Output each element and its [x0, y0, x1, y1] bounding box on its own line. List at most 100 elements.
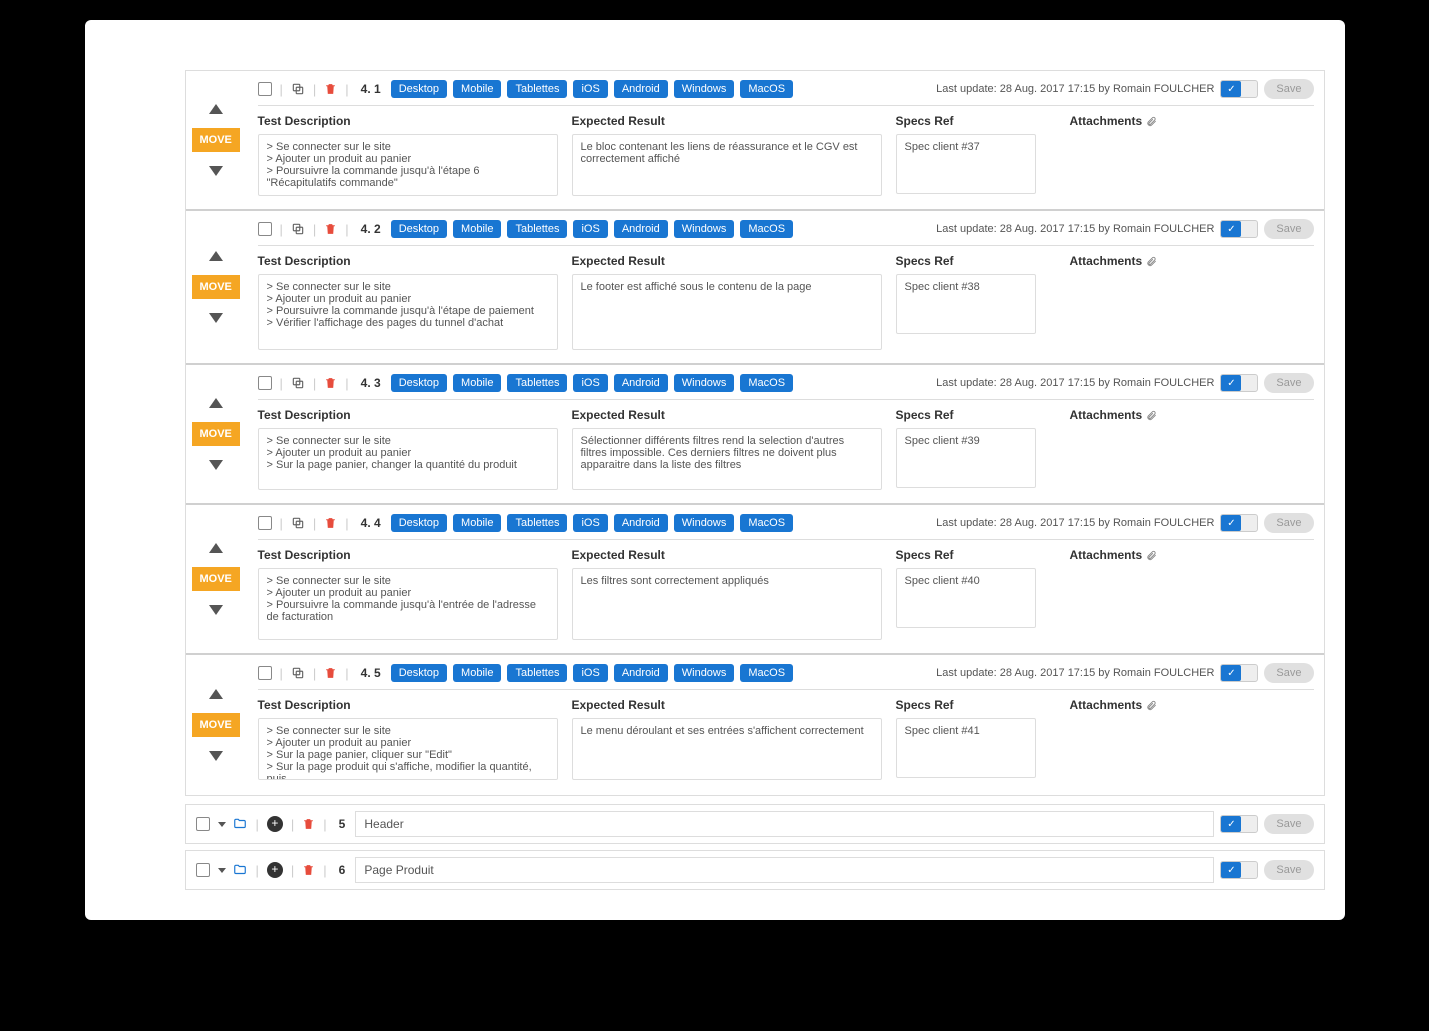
- copy-icon[interactable]: [291, 516, 305, 530]
- specs-ref-input[interactable]: [896, 428, 1036, 488]
- move-up-button[interactable]: [209, 104, 223, 114]
- paperclip-icon[interactable]: [1146, 115, 1157, 128]
- active-toggle[interactable]: [1220, 514, 1258, 532]
- tag-desktop[interactable]: Desktop: [391, 514, 447, 532]
- tag-desktop[interactable]: Desktop: [391, 664, 447, 682]
- tag-tablettes[interactable]: Tablettes: [507, 664, 567, 682]
- tag-desktop[interactable]: Desktop: [391, 374, 447, 392]
- trash-icon[interactable]: [324, 222, 337, 236]
- tag-mobile[interactable]: Mobile: [453, 80, 501, 98]
- select-checkbox[interactable]: [196, 817, 210, 831]
- expected-result-input[interactable]: [572, 428, 882, 490]
- copy-icon[interactable]: [291, 82, 305, 96]
- active-toggle[interactable]: [1220, 220, 1258, 238]
- tag-tablettes[interactable]: Tablettes: [507, 80, 567, 98]
- tag-mobile[interactable]: Mobile: [453, 374, 501, 392]
- save-button[interactable]: Save: [1264, 663, 1313, 683]
- tag-ios[interactable]: iOS: [573, 220, 607, 238]
- folder-icon[interactable]: [232, 817, 248, 831]
- specs-ref-input[interactable]: [896, 274, 1036, 334]
- paperclip-icon[interactable]: [1146, 255, 1157, 268]
- move-button[interactable]: MOVE: [192, 713, 240, 737]
- select-checkbox[interactable]: [258, 516, 272, 530]
- tag-ios[interactable]: iOS: [573, 664, 607, 682]
- section-title-input[interactable]: [355, 811, 1214, 837]
- tag-ios[interactable]: iOS: [573, 80, 607, 98]
- expected-result-input[interactable]: [572, 134, 882, 196]
- tag-desktop[interactable]: Desktop: [391, 80, 447, 98]
- active-toggle[interactable]: [1220, 374, 1258, 392]
- chevron-down-icon[interactable]: [218, 868, 226, 873]
- expected-result-input[interactable]: [572, 568, 882, 640]
- test-description-input[interactable]: [258, 718, 558, 780]
- active-toggle[interactable]: [1220, 80, 1258, 98]
- save-button[interactable]: Save: [1264, 860, 1313, 880]
- trash-icon[interactable]: [324, 376, 337, 390]
- copy-icon[interactable]: [291, 376, 305, 390]
- select-checkbox[interactable]: [258, 376, 272, 390]
- tag-macos[interactable]: MacOS: [740, 80, 793, 98]
- active-toggle[interactable]: [1220, 861, 1258, 879]
- expected-result-input[interactable]: [572, 718, 882, 780]
- save-button[interactable]: Save: [1264, 373, 1313, 393]
- save-button[interactable]: Save: [1264, 814, 1313, 834]
- tag-android[interactable]: Android: [614, 80, 668, 98]
- tag-mobile[interactable]: Mobile: [453, 514, 501, 532]
- save-button[interactable]: Save: [1264, 79, 1313, 99]
- trash-icon[interactable]: [324, 666, 337, 680]
- tag-macos[interactable]: MacOS: [740, 664, 793, 682]
- select-checkbox[interactable]: [258, 222, 272, 236]
- paperclip-icon[interactable]: [1146, 699, 1157, 712]
- move-button[interactable]: MOVE: [192, 275, 240, 299]
- specs-ref-input[interactable]: [896, 134, 1036, 194]
- specs-ref-input[interactable]: [896, 718, 1036, 778]
- add-icon[interactable]: [267, 862, 283, 878]
- select-checkbox[interactable]: [258, 82, 272, 96]
- tag-mobile[interactable]: Mobile: [453, 664, 501, 682]
- move-button[interactable]: MOVE: [192, 567, 240, 591]
- move-down-button[interactable]: [209, 460, 223, 470]
- tag-windows[interactable]: Windows: [674, 514, 735, 532]
- tag-tablettes[interactable]: Tablettes: [507, 220, 567, 238]
- test-description-input[interactable]: [258, 274, 558, 350]
- move-down-button[interactable]: [209, 751, 223, 761]
- trash-icon[interactable]: [302, 817, 315, 831]
- tag-windows[interactable]: Windows: [674, 80, 735, 98]
- test-description-input[interactable]: [258, 428, 558, 490]
- save-button[interactable]: Save: [1264, 513, 1313, 533]
- move-up-button[interactable]: [209, 689, 223, 699]
- tag-windows[interactable]: Windows: [674, 220, 735, 238]
- trash-icon[interactable]: [302, 863, 315, 877]
- tag-macos[interactable]: MacOS: [740, 220, 793, 238]
- section-title-input[interactable]: [355, 857, 1214, 883]
- trash-icon[interactable]: [324, 82, 337, 96]
- specs-ref-input[interactable]: [896, 568, 1036, 628]
- expected-result-input[interactable]: [572, 274, 882, 350]
- tag-desktop[interactable]: Desktop: [391, 220, 447, 238]
- active-toggle[interactable]: [1220, 815, 1258, 833]
- tag-android[interactable]: Android: [614, 664, 668, 682]
- move-up-button[interactable]: [209, 543, 223, 553]
- move-up-button[interactable]: [209, 398, 223, 408]
- move-up-button[interactable]: [209, 251, 223, 261]
- tag-macos[interactable]: MacOS: [740, 374, 793, 392]
- tag-ios[interactable]: iOS: [573, 514, 607, 532]
- tag-mobile[interactable]: Mobile: [453, 220, 501, 238]
- move-button[interactable]: MOVE: [192, 422, 240, 446]
- move-down-button[interactable]: [209, 166, 223, 176]
- tag-android[interactable]: Android: [614, 220, 668, 238]
- tag-tablettes[interactable]: Tablettes: [507, 514, 567, 532]
- add-icon[interactable]: [267, 816, 283, 832]
- move-button[interactable]: MOVE: [192, 128, 240, 152]
- folder-icon[interactable]: [232, 863, 248, 877]
- trash-icon[interactable]: [324, 516, 337, 530]
- select-checkbox[interactable]: [196, 863, 210, 877]
- test-description-input[interactable]: [258, 134, 558, 196]
- paperclip-icon[interactable]: [1146, 409, 1157, 422]
- move-down-button[interactable]: [209, 313, 223, 323]
- paperclip-icon[interactable]: [1146, 549, 1157, 562]
- tag-ios[interactable]: iOS: [573, 374, 607, 392]
- tag-macos[interactable]: MacOS: [740, 514, 793, 532]
- active-toggle[interactable]: [1220, 664, 1258, 682]
- copy-icon[interactable]: [291, 222, 305, 236]
